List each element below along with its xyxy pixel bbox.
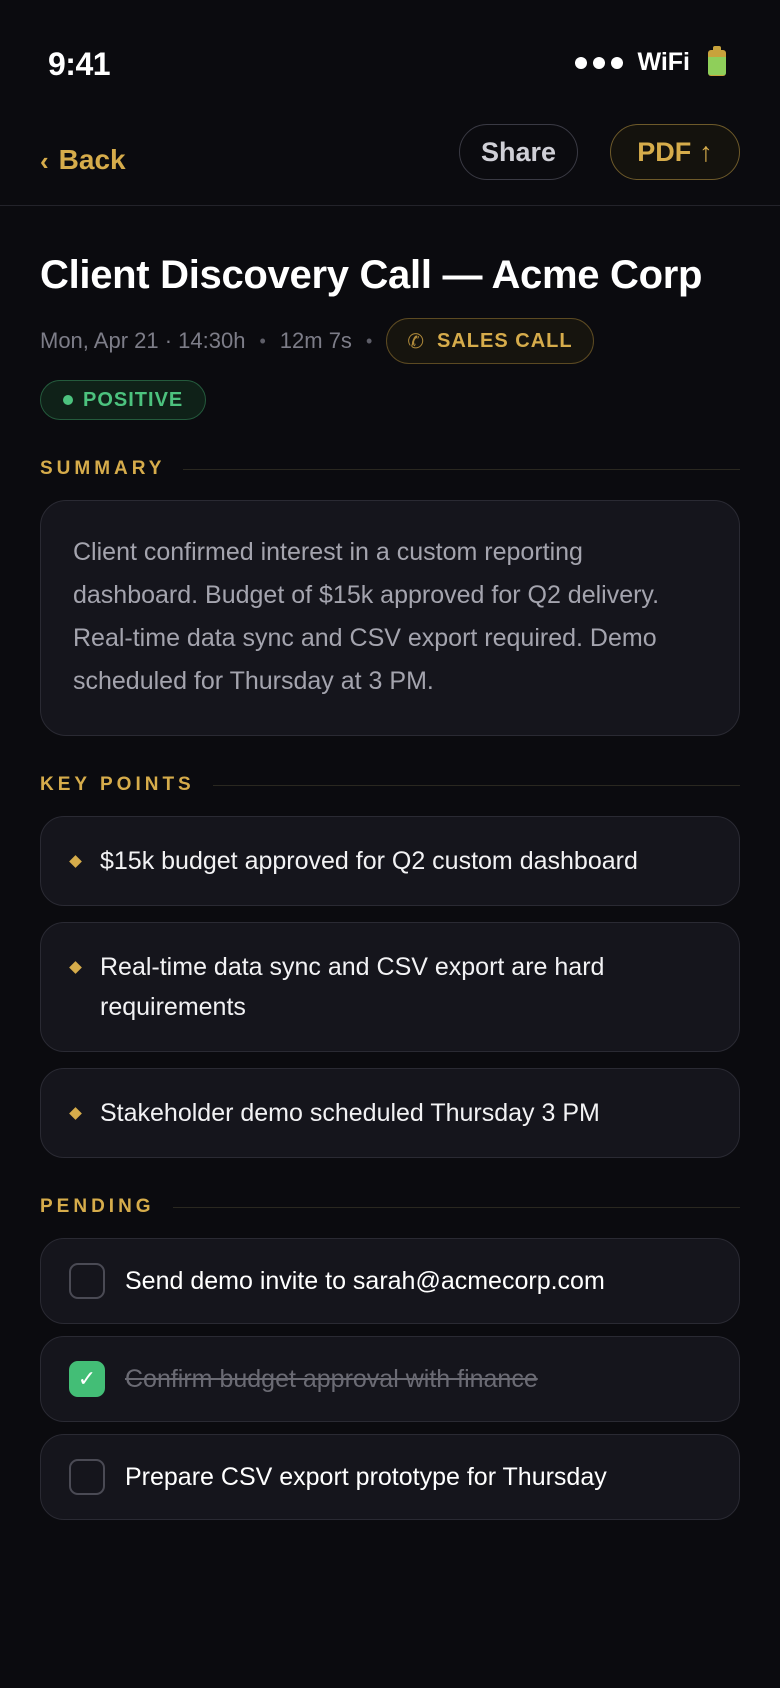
- task-checkbox[interactable]: [69, 1459, 105, 1495]
- task-item[interactable]: ✓ Confirm budget approval with finance: [40, 1336, 740, 1422]
- diamond-bullet-icon: [69, 855, 82, 868]
- meta-separator: •: [259, 330, 266, 351]
- call-detail: Client Discovery Call — Acme Corp Mon, A…: [40, 206, 740, 1520]
- key-point-item: $15k budget approved for Q2 custom dashb…: [40, 816, 740, 906]
- signal-dots-icon: [575, 56, 624, 69]
- checkmark-icon: ✓: [77, 1366, 97, 1391]
- call-meta: Mon, Apr 21 · 14:30h • 12m 7s • ✆ SALES …: [40, 318, 740, 364]
- section-divider: [212, 784, 740, 786]
- meta-separator: •: [365, 330, 373, 351]
- task-item[interactable]: Send demo invite to sarah@acmecorp.com: [40, 1238, 740, 1324]
- status-time: 9:41: [48, 46, 111, 82]
- back-label: Back: [58, 144, 126, 175]
- back-button[interactable]: ‹ Back: [40, 132, 126, 188]
- pdf-export-button[interactable]: PDF ↑: [610, 124, 740, 180]
- phone-icon: ✆: [407, 330, 426, 353]
- key-points-header: KEY POINTS: [40, 774, 740, 796]
- share-button[interactable]: Share: [459, 124, 578, 180]
- share-label: Share: [480, 136, 557, 167]
- key-points-heading: KEY POINTS: [40, 774, 195, 795]
- sentiment-label: POSITIVE: [83, 388, 184, 411]
- key-point-item: Real-time data sync and CSV export are h…: [40, 922, 740, 1052]
- diamond-bullet-icon: [69, 1107, 82, 1120]
- summary-card: Client confirmed interest in a custom re…: [40, 500, 740, 736]
- sentiment-dot-icon: [63, 395, 73, 405]
- nav-bar: ‹ Back Share PDF ↑: [0, 120, 780, 206]
- task-checkbox-checked[interactable]: ✓: [69, 1361, 105, 1397]
- call-duration: 12m 7s: [279, 328, 352, 353]
- task-checkbox[interactable]: [69, 1263, 105, 1299]
- task-label: Prepare CSV export prototype for Thursda…: [125, 1462, 607, 1491]
- call-type-label: SALES CALL: [437, 329, 573, 352]
- task-item[interactable]: Prepare CSV export prototype for Thursda…: [40, 1434, 740, 1520]
- call-type-badge: ✆ SALES CALL: [386, 318, 594, 364]
- chevron-left-icon: ‹: [40, 145, 49, 176]
- pdf-label: PDF: [637, 136, 692, 167]
- status-indicators: WiFi: [575, 45, 726, 77]
- section-divider: [172, 1206, 740, 1208]
- task-label: Send demo invite to sarah@acmecorp.com: [125, 1266, 605, 1295]
- page-title: Client Discovery Call — Acme Corp: [40, 253, 703, 297]
- summary-heading: SUMMARY: [40, 458, 166, 479]
- battery-icon: [708, 45, 726, 76]
- call-date: Mon, Apr 21 · 14:30h: [40, 328, 246, 353]
- diamond-bullet-icon: [69, 961, 82, 974]
- summary-header: SUMMARY: [40, 458, 740, 480]
- pending-header: PENDING: [40, 1196, 740, 1218]
- key-point-text: $15k budget approved for Q2 custom dashb…: [100, 847, 638, 875]
- arrow-up-icon: ↑: [699, 136, 713, 167]
- sentiment-badge: POSITIVE: [40, 380, 207, 420]
- task-label: Confirm budget approval with finance: [125, 1364, 538, 1393]
- status-bar: 9:41 WiFi: [0, 0, 780, 120]
- key-points-list: $15k budget approved for Q2 custom dashb…: [40, 816, 740, 1158]
- key-point-item: Stakeholder demo scheduled Thursday 3 PM: [40, 1068, 740, 1158]
- key-point-text: Real-time data sync and CSV export are h…: [100, 953, 605, 1021]
- wifi-label: WiFi: [637, 48, 690, 76]
- pending-list: Send demo invite to sarah@acmecorp.com ✓…: [40, 1238, 740, 1520]
- section-divider: [183, 468, 740, 470]
- pending-heading: PENDING: [40, 1196, 155, 1217]
- summary-text: Client confirmed interest in a custom re…: [73, 538, 660, 695]
- key-point-text: Stakeholder demo scheduled Thursday 3 PM: [100, 1099, 600, 1127]
